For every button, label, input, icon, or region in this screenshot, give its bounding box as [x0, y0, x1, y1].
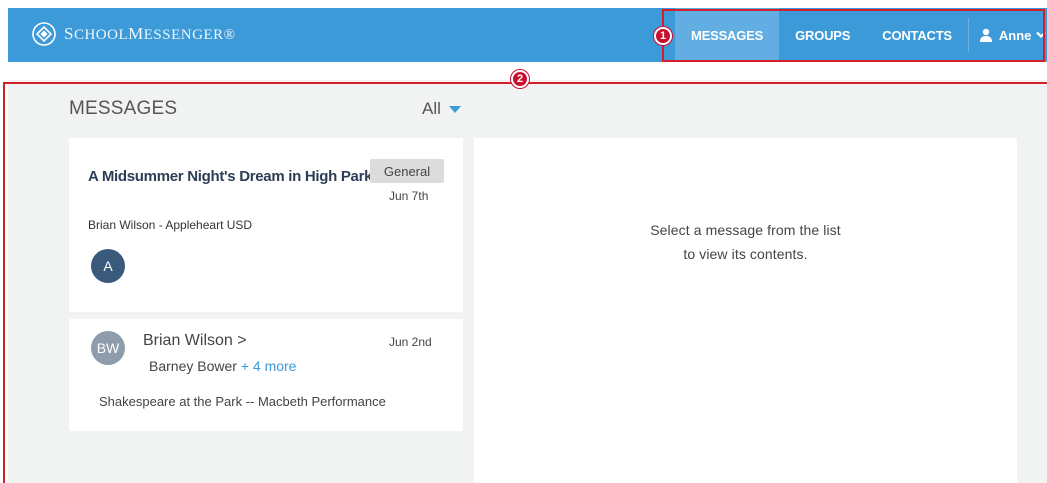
message-sender: Brian Wilson - Appleheart USD — [88, 218, 253, 232]
user-name: Anne — [998, 27, 1032, 43]
filter-value: All — [422, 99, 441, 118]
message-date: Jun 7th — [389, 189, 429, 203]
nav-groups-tab[interactable]: GROUPS — [779, 8, 866, 62]
top-navigation-bar: SCHOOLMESSENGER® MESSAGES GROUPS CONTACT… — [8, 8, 1047, 62]
message-title: A Midsummer Night's Dream in High Park — [88, 168, 373, 185]
chevron-down-icon — [1036, 31, 1047, 39]
caret-down-icon — [448, 105, 461, 113]
more-recipients-link[interactable]: + 4 more — [241, 358, 297, 374]
empty-state-line-2: to view its contents. — [683, 246, 808, 262]
category-badge: General — [370, 159, 444, 183]
annotation-badge-1: 1 — [654, 27, 672, 45]
message-list-item[interactable]: A Midsummer Night's Dream in High Park G… — [69, 138, 463, 312]
nav-contacts-tab[interactable]: CONTACTS — [866, 8, 968, 62]
recipient-name: Barney Bower — [149, 358, 237, 374]
message-date: Jun 2nd — [389, 335, 432, 349]
logo-text: SCHOOLMESSENGER® — [64, 24, 236, 43]
user-icon — [979, 28, 992, 42]
annotation-badge-2: 2 — [511, 70, 529, 88]
empty-state-text: Select a message from the list to view i… — [474, 218, 1017, 266]
message-from: Brian Wilson > — [143, 332, 247, 349]
message-detail-panel: Select a message from the list to view i… — [474, 138, 1017, 483]
app-root: SCHOOLMESSENGER® MESSAGES GROUPS CONTACT… — [0, 0, 1047, 483]
message-list-item[interactable]: BW Brian Wilson > Barney Bower + 4 more … — [69, 319, 463, 431]
avatar: BW — [91, 331, 125, 365]
user-menu[interactable]: Anne — [969, 8, 1047, 62]
main-content: MESSAGES All A Midsummer Night's Dream i… — [8, 80, 1047, 483]
nav-messages-tab[interactable]: MESSAGES — [675, 8, 780, 62]
message-recipients: Barney Bower + 4 more — [149, 358, 296, 374]
avatar: A — [91, 249, 125, 283]
logo-icon — [32, 22, 56, 46]
empty-state-line-1: Select a message from the list — [650, 222, 841, 238]
schoolmessenger-logo[interactable]: SCHOOLMESSENGER® — [32, 22, 236, 46]
message-subject: Shakespeare at the Park -- Macbeth Perfo… — [99, 394, 386, 409]
message-filter-dropdown[interactable]: All — [422, 99, 461, 119]
main-nav: MESSAGES GROUPS CONTACTS Anne — [675, 8, 1047, 62]
messages-heading: MESSAGES — [69, 98, 178, 119]
